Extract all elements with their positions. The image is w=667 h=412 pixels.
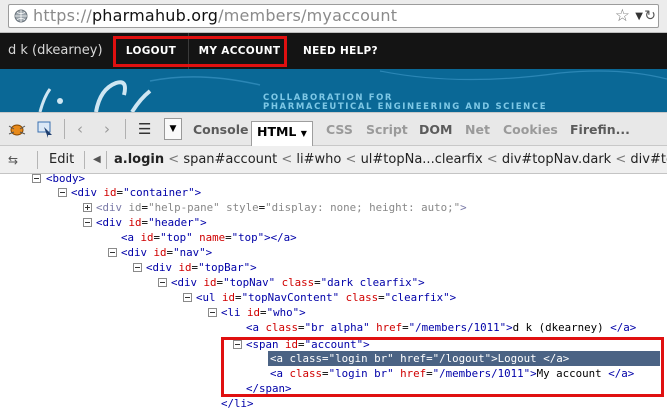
url-text: https://pharmahub.org/members/myaccount [33, 6, 398, 25]
scroll-left-icon[interactable]: ◀ [93, 146, 101, 174]
tab-script[interactable]: Script [366, 120, 408, 140]
tree-row[interactable]: <div id="topBar"> [133, 260, 257, 275]
need-help-button[interactable]: NEED HELP? [303, 33, 378, 69]
breadcrumb-path: a.login < span#account < li#who < ul#top… [114, 146, 667, 174]
tab-console[interactable]: Console [193, 120, 248, 140]
tab-cookies[interactable]: Cookies [503, 120, 558, 140]
collapse-icon[interactable] [133, 263, 142, 272]
collapse-icon[interactable] [158, 278, 167, 287]
crumb-div-topnav[interactable]: div#topNav.dark [502, 152, 611, 167]
firebug-breadcrumb: ⇆ Edit ◀ a.login < span#account < li#who… [0, 146, 667, 174]
tab-net[interactable]: Net [465, 120, 490, 140]
tab-html[interactable]: HTML ▼ [251, 121, 313, 146]
dropdown-arrow-icon[interactable]: ▼ [635, 7, 643, 27]
tab-css[interactable]: CSS [326, 120, 353, 140]
tree-row[interactable]: <ul id="topNavContent" class="clearfix"> [183, 290, 456, 305]
collapse-icon[interactable] [208, 308, 217, 317]
crumb-li-who[interactable]: li#who [296, 152, 341, 167]
tree-row[interactable]: <a id="top" name="top"></a> [121, 230, 297, 245]
bookmark-star-icon[interactable]: ☆ [615, 5, 630, 27]
tab-dom[interactable]: DOM [419, 120, 452, 140]
reload-icon[interactable]: ↻ [644, 6, 656, 26]
crumb-ul-topnav[interactable]: ul#topNa...clearfix [361, 152, 483, 167]
firebug-bug-icon[interactable] [6, 120, 28, 138]
tree-row[interactable]: <div id="help-pane" style="display: none… [83, 200, 467, 215]
panel-menu-icon[interactable]: ▼ [164, 118, 182, 140]
tree-row[interactable]: <li id="who"> [208, 305, 306, 320]
user-name-label[interactable]: d k (dkearney) [8, 33, 103, 69]
menu-lines-icon[interactable]: ☰ [138, 120, 151, 138]
forward-icon[interactable]: › [104, 120, 110, 138]
highlight-box-tree [221, 337, 664, 397]
inspect-icon[interactable] [36, 120, 54, 138]
tree-row[interactable]: <div id="container"> [58, 185, 201, 200]
collapse-icon[interactable] [32, 174, 41, 183]
edit-pane-icon[interactable]: ⇆ [8, 146, 18, 174]
collapse-icon[interactable] [83, 218, 92, 227]
firebug-toolbar: ‹ › ☰ ▼ Console HTML ▼ CSS Script DOM Ne… [0, 112, 667, 146]
site-banner: COLLABORATION FOR PHARMACEUTICAL ENGINEE… [0, 69, 667, 112]
crumb-span-account[interactable]: span#account [183, 152, 277, 167]
tree-row[interactable]: </li> [221, 396, 254, 411]
back-icon[interactable]: ‹ [77, 120, 83, 138]
tree-row[interactable]: <div id="topNav" class="dark clearfix"> [158, 275, 425, 290]
crumb-div-top[interactable]: div#top [630, 152, 667, 167]
collapse-icon[interactable] [58, 188, 67, 197]
tree-row[interactable]: <a class="br alpha" href="/members/1011"… [246, 320, 636, 335]
tree-row[interactable]: <body> [32, 171, 85, 186]
edit-button[interactable]: Edit [49, 146, 74, 174]
tree-row[interactable]: <div id="nav"> [108, 245, 212, 260]
collapse-icon[interactable] [183, 293, 192, 302]
site-top-nav: d k (dkearney) LOGOUT MY ACCOUNT NEED HE… [0, 33, 667, 69]
tab-dropdown-icon: ▼ [300, 129, 307, 138]
highlight-box-nav [113, 36, 287, 67]
collapse-icon[interactable] [108, 248, 117, 257]
expand-icon[interactable] [83, 203, 92, 212]
banner-tagline: COLLABORATION FOR PHARMACEUTICAL ENGINEE… [263, 93, 548, 112]
address-field[interactable]: https://pharmahub.org/members/myaccount … [8, 4, 659, 28]
browser-url-bar: https://pharmahub.org/members/myaccount … [0, 0, 667, 33]
tab-firefinder[interactable]: Firefin... [570, 120, 630, 140]
crumb-a-login[interactable]: a.login [114, 152, 164, 167]
globe-icon [14, 9, 28, 23]
tree-row[interactable]: <div id="header"> [83, 215, 207, 230]
